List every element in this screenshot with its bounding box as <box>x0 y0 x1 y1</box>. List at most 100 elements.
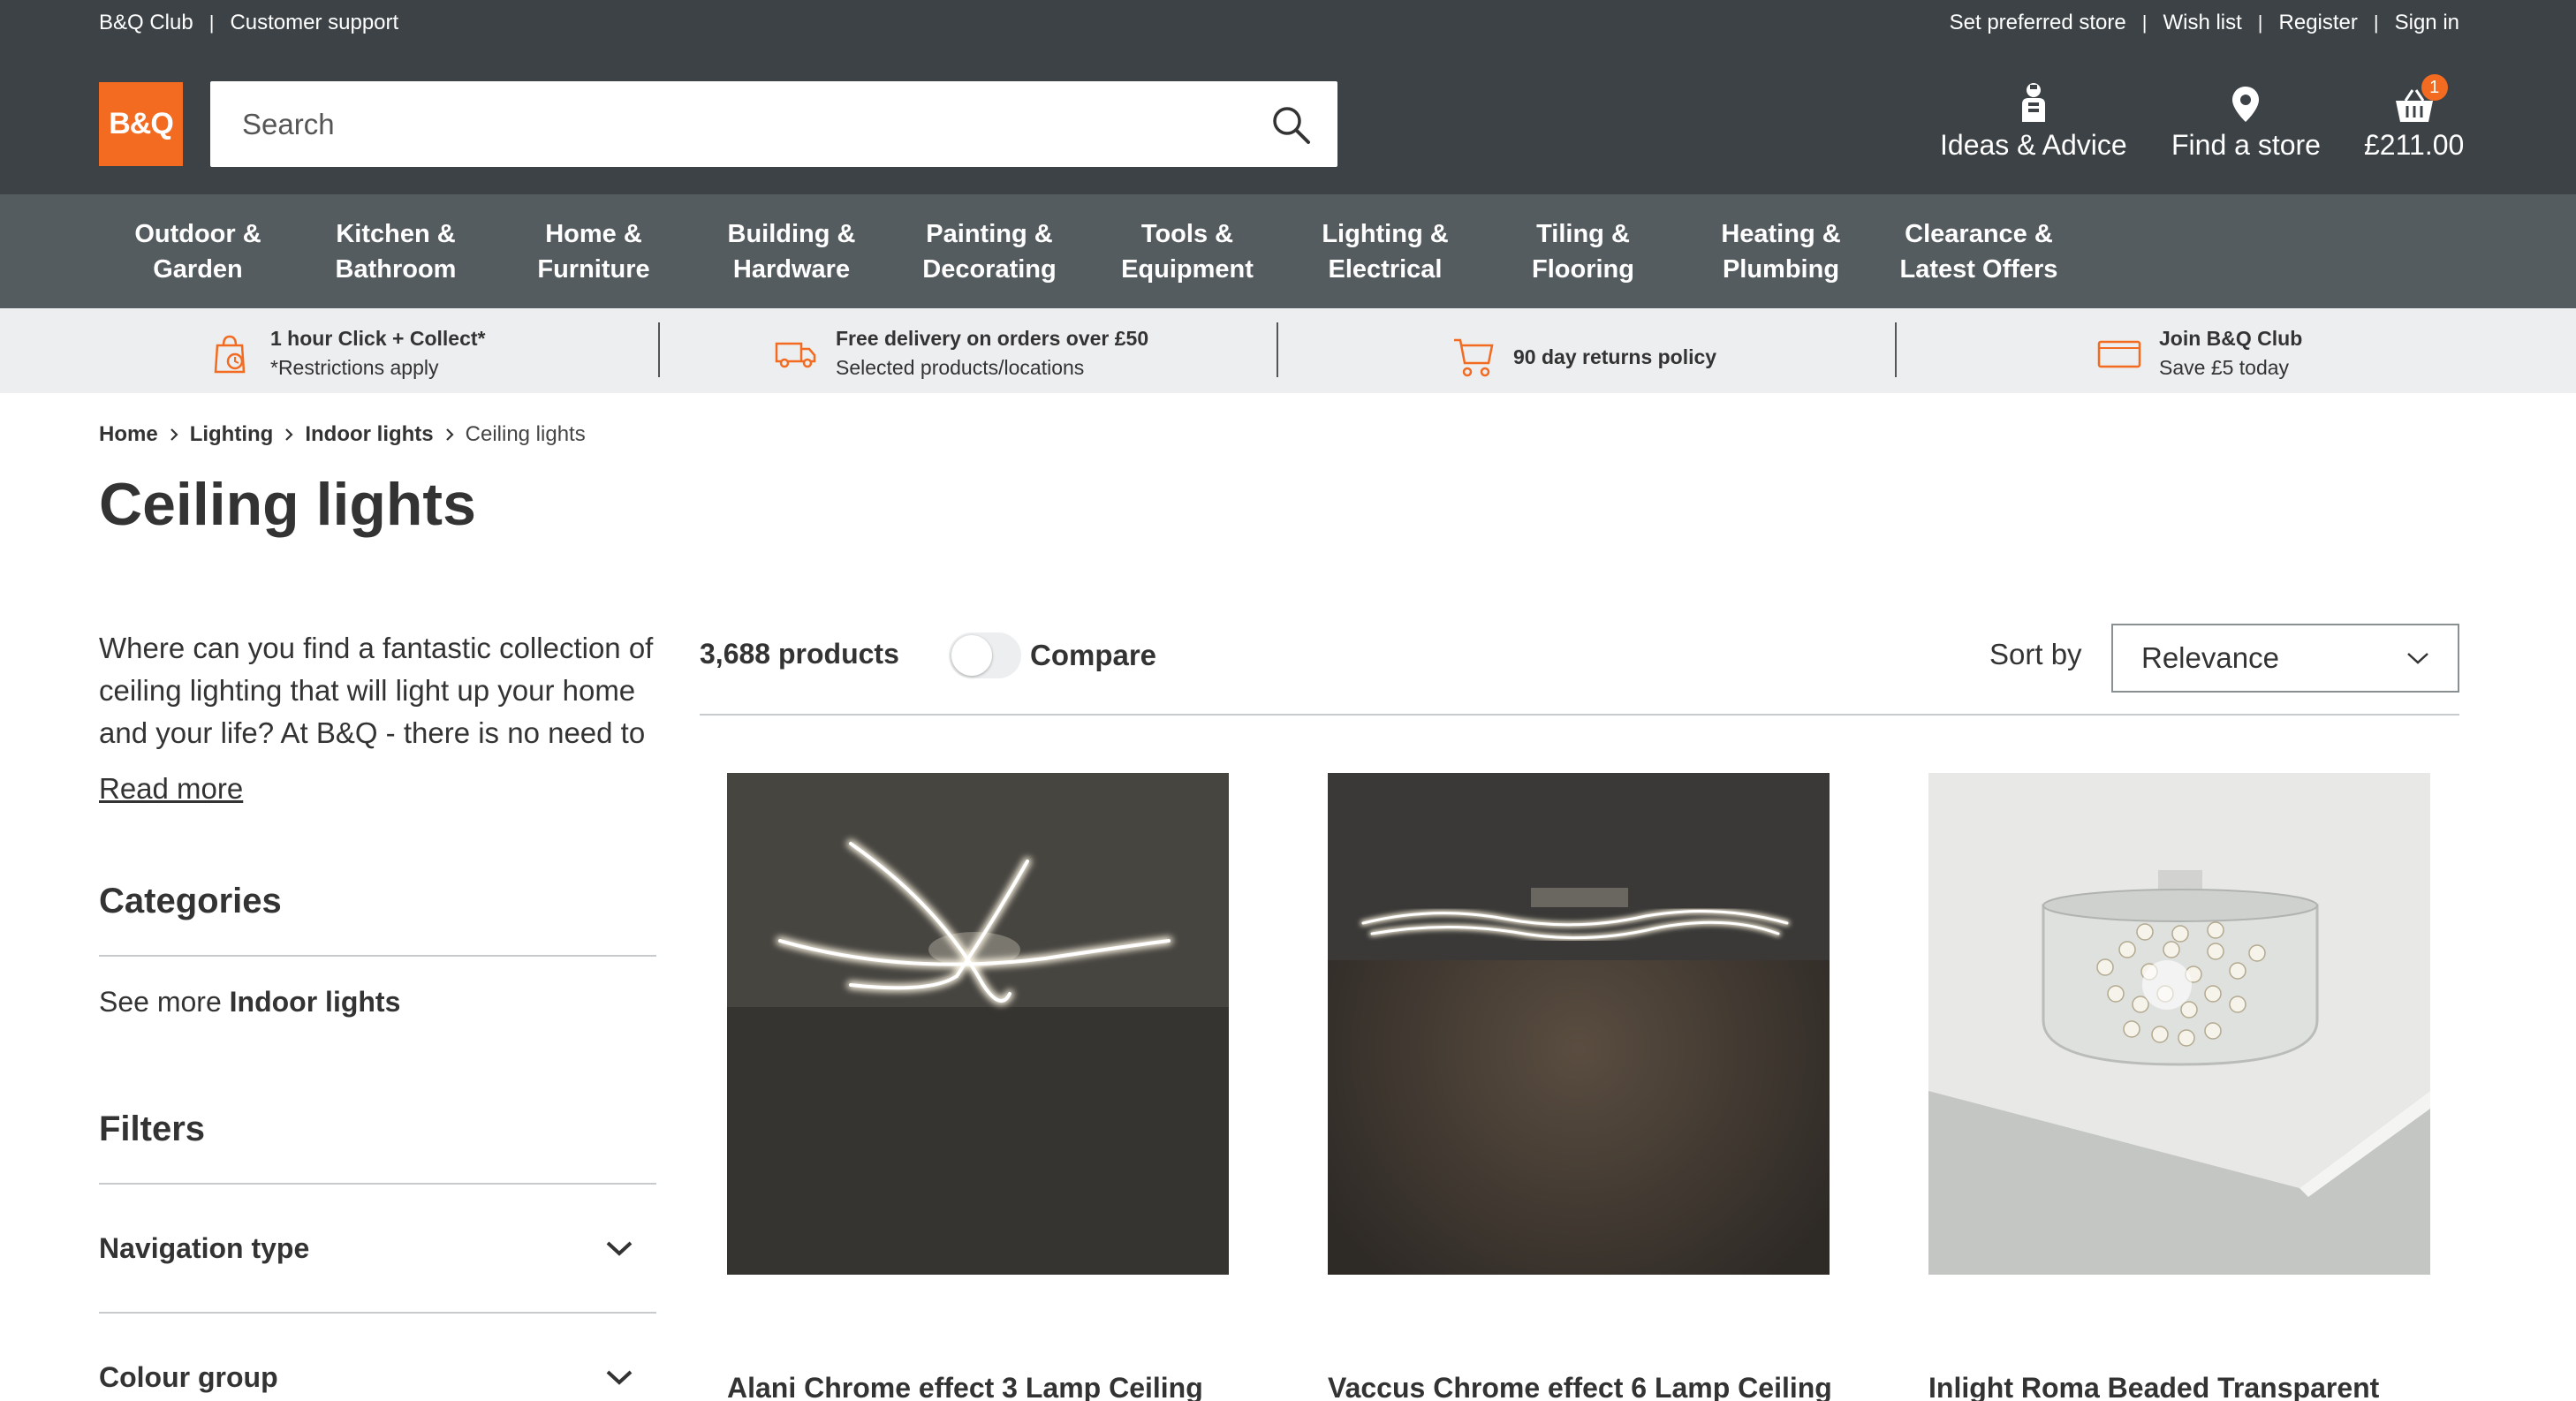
usp-delivery-title: Free delivery on orders over £50 <box>836 327 1149 350</box>
product-name[interactable]: Alani Chrome effect 3 Lamp Ceiling <box>727 1372 1229 1401</box>
usp-bar: 1 hour Click + Collect* *Restrictions ap… <box>0 308 2576 393</box>
breadcrumb-lighting[interactable]: Lighting <box>190 422 274 447</box>
usp-returns-title: 90 day returns policy <box>1513 345 1717 368</box>
filter-colour-group[interactable]: Colour group <box>99 1351 656 1401</box>
chevron-right-icon <box>445 428 454 441</box>
delivery-truck-icon <box>775 342 816 368</box>
nav-building-hardware[interactable]: Building & Hardware <box>693 194 890 308</box>
see-more-indoor-lights[interactable]: See more Indoor lights <box>99 986 400 1019</box>
ideas-advice-button[interactable]: Ideas & Advice <box>1940 81 2127 162</box>
usp-divider <box>1277 322 1278 377</box>
divider <box>99 1183 656 1185</box>
divider <box>700 714 2459 716</box>
usp-divider <box>1895 322 1897 377</box>
product-card[interactable]: Vaccus Chrome effect 6 Lamp Ceiling <box>1328 773 1832 1401</box>
nav-outdoor-garden[interactable]: Outdoor & Garden <box>99 194 297 308</box>
product-image[interactable] <box>1928 773 2430 1275</box>
bq-club-link[interactable]: B&Q Club <box>99 11 193 35</box>
find-store-button[interactable]: Find a store <box>2171 81 2321 162</box>
basket-button[interactable]: 1 £211.00 <box>2364 74 2465 162</box>
nav-kitchen-bathroom[interactable]: Kitchen & Bathroom <box>297 194 495 308</box>
nav-clearance-offers[interactable]: Clearance & Latest Offers <box>1880 194 2078 308</box>
search-input[interactable] <box>210 81 1182 167</box>
customer-support-link[interactable]: Customer support <box>230 11 398 35</box>
separator: | <box>2257 11 2263 34</box>
separator: | <box>2373 11 2379 34</box>
nav-heating-plumbing[interactable]: Heating & Plumbing <box>1682 194 1880 308</box>
chevron-down-icon <box>606 1370 633 1385</box>
ideas-advice-label: Ideas & Advice <box>1940 129 2127 161</box>
separator: | <box>2141 11 2148 34</box>
usp-click-collect-title: 1 hour Click + Collect* <box>270 327 486 350</box>
chevron-right-icon <box>285 428 293 441</box>
nav-tiling-flooring[interactable]: Tiling & Flooring <box>1484 194 1682 308</box>
shopping-bag-clock-icon <box>214 335 246 374</box>
usp-divider <box>658 322 660 377</box>
separator: | <box>208 11 215 34</box>
chevron-down-icon <box>606 1241 633 1256</box>
filter-label: Colour group <box>99 1360 278 1393</box>
breadcrumb: Home Lighting Indoor lights Ceiling ligh… <box>99 422 586 447</box>
see-more-link[interactable]: Indoor lights <box>230 986 401 1018</box>
product-image[interactable] <box>1328 773 1830 1275</box>
lightbulb-person-icon <box>2021 83 2045 122</box>
bq-logo[interactable]: B&Q <box>99 82 183 166</box>
category-nav: Outdoor & Garden Kitchen & Bathroom Home… <box>0 194 2576 308</box>
nav-lighting-electrical[interactable]: Lighting & Electrical <box>1286 194 1484 308</box>
logo-text: B&Q <box>109 107 174 140</box>
usp-returns[interactable]: 90 day returns policy <box>1451 335 1716 379</box>
filters-heading: Filters <box>99 1109 206 1148</box>
page-title: Ceiling lights <box>99 471 476 538</box>
breadcrumb-current: Ceiling lights <box>465 422 586 446</box>
register-link[interactable]: Register <box>2279 11 2358 35</box>
sort-label: Sort by <box>1989 638 2082 670</box>
usp-club-title: Join B&Q Club <box>2159 327 2303 350</box>
toggle-switch[interactable] <box>949 632 1021 678</box>
chevron-right-icon <box>170 428 178 441</box>
see-more-prefix: See more <box>99 986 222 1018</box>
breadcrumb-home[interactable]: Home <box>99 422 158 447</box>
basket-count-badge: 1 <box>2421 74 2448 101</box>
usp-delivery[interactable]: Free delivery on orders over £50 Selecte… <box>774 324 1148 382</box>
find-store-label: Find a store <box>2171 129 2321 161</box>
product-photo-beaded-ceiling-light <box>1928 773 2430 1275</box>
basket-total: £211.00 <box>2364 129 2465 161</box>
search-icon[interactable] <box>1270 104 1311 145</box>
search-box <box>210 81 1337 167</box>
product-name[interactable]: Inlight Roma Beaded Transparent <box>1928 1372 2430 1401</box>
product-card[interactable]: Inlight Roma Beaded Transparent <box>1928 773 2430 1401</box>
compare-label: Compare <box>1030 639 1157 671</box>
read-more-link[interactable]: Read more <box>99 772 243 806</box>
compare-toggle[interactable]: Compare <box>949 632 1156 678</box>
usp-click-collect[interactable]: 1 hour Click + Collect* *Restrictions ap… <box>208 324 486 382</box>
chevron-down-icon <box>2407 653 2428 664</box>
categories-heading: Categories <box>99 882 282 920</box>
product-photo-led-wave-light <box>1328 773 1830 1275</box>
usp-club[interactable]: Join B&Q Club Save £5 today <box>2097 324 2302 382</box>
site-header: B&Q Club | Customer support Set preferre… <box>0 0 2576 194</box>
wish-list-link[interactable]: Wish list <box>2163 11 2241 35</box>
product-image[interactable] <box>727 773 1229 1275</box>
divider <box>99 1312 656 1314</box>
set-preferred-store-link[interactable]: Set preferred store <box>1950 11 2126 35</box>
nav-tools-equipment[interactable]: Tools & Equipment <box>1088 194 1286 308</box>
sort-select[interactable]: Relevance <box>2111 624 2459 693</box>
nav-painting-decorating[interactable]: Painting & Decorating <box>890 194 1088 308</box>
sign-in-link[interactable]: Sign in <box>2395 11 2459 35</box>
product-name[interactable]: Vaccus Chrome effect 6 Lamp Ceiling <box>1328 1372 1832 1401</box>
divider <box>99 955 656 957</box>
utility-links-left: B&Q Club | Customer support <box>99 11 398 35</box>
utility-links-right: Set preferred store | Wish list | Regist… <box>1950 11 2459 35</box>
filter-navigation-type[interactable]: Navigation type <box>99 1222 656 1275</box>
product-count: 3,688 products <box>700 638 899 670</box>
location-pin-icon <box>2232 87 2260 122</box>
product-photo-led-spiral-light <box>727 773 1229 1275</box>
breadcrumb-indoor-lights[interactable]: Indoor lights <box>305 422 433 447</box>
category-intro-text: Where can you find a fantastic collectio… <box>99 632 654 749</box>
usp-click-collect-sub: *Restrictions apply <box>270 356 439 379</box>
toggle-knob <box>951 635 992 676</box>
nav-home-furniture[interactable]: Home & Furniture <box>495 194 693 308</box>
product-card[interactable]: Alani Chrome effect 3 Lamp Ceiling <box>727 773 1229 1401</box>
trolley-icon <box>1454 338 1494 377</box>
usp-club-sub: Save £5 today <box>2159 356 2290 379</box>
